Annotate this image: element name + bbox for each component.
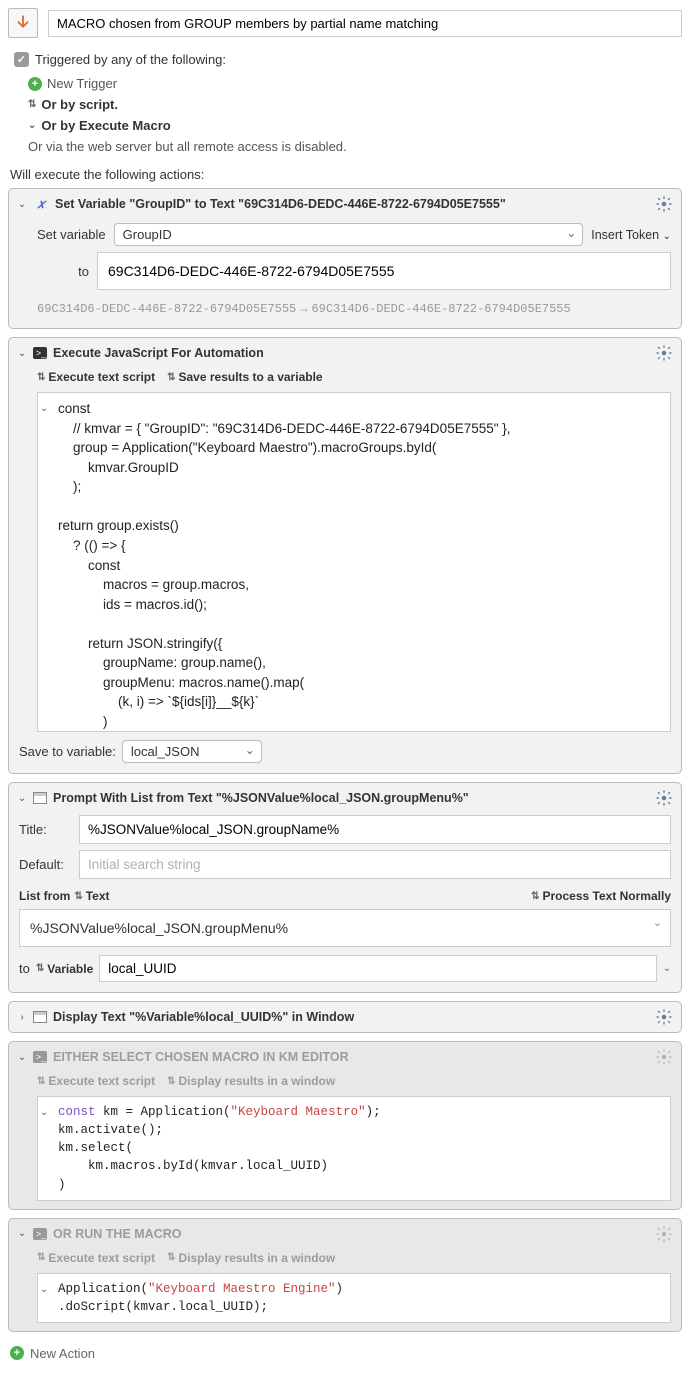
code-fold-toggle[interactable]: ⌄ xyxy=(40,1107,48,1118)
results-mode-select[interactable]: ⇅Display results in a window xyxy=(167,1251,335,1265)
list-from-mode-select[interactable]: ⇅Text xyxy=(74,889,109,903)
action-title: Display Text "%Variable%local_UUID%" in … xyxy=(53,1010,649,1024)
action-prompt-with-list: ⌄ Prompt With List from Text "%JSONValue… xyxy=(8,782,682,993)
new-trigger-row[interactable]: + New Trigger xyxy=(14,73,676,94)
default-label: Default: xyxy=(19,857,71,872)
variable-name-select[interactable]: GroupID xyxy=(114,223,584,246)
webserver-note: Or via the web server but all remote acc… xyxy=(14,136,676,157)
sort-icon: ⇅ xyxy=(28,99,36,110)
action-title: Set Variable "GroupID" to Text "69C314D6… xyxy=(55,197,649,211)
gear-icon[interactable] xyxy=(655,789,673,807)
insert-token-button[interactable]: Insert Token ⌄ xyxy=(591,228,671,242)
chevron-down-icon: ⌄ xyxy=(653,916,662,929)
code-fold-toggle[interactable]: ⌄ xyxy=(40,1284,48,1295)
disclosure-toggle[interactable]: › xyxy=(17,1012,27,1023)
to-variable-input[interactable] xyxy=(99,955,656,982)
chevron-down-icon[interactable]: ⌄ xyxy=(663,963,671,974)
results-mode-select[interactable]: ⇅Display results in a window xyxy=(167,1074,335,1088)
action-set-variable: ⌄ 𝑥 Set Variable "GroupID" to Text "69C3… xyxy=(8,188,682,329)
save-to-label: Save to variable: xyxy=(19,744,116,759)
gear-icon[interactable] xyxy=(655,195,673,213)
execute-mode-select[interactable]: ⇅Execute text script xyxy=(37,370,155,384)
action-execute-jxa: ⌄ >_ Execute JavaScript For Automation ⇅… xyxy=(8,337,682,774)
execute-mode-select[interactable]: ⇅Execute text script xyxy=(37,1251,155,1265)
add-icon: + xyxy=(28,77,42,91)
new-action-label: New Action xyxy=(30,1346,95,1361)
to-label: to xyxy=(37,264,89,279)
or-by-script-label: Or by script. xyxy=(41,97,118,112)
script-text[interactable]: const km = Application("Keyboard Maestro… xyxy=(58,1097,670,1200)
to-label: to xyxy=(19,961,30,976)
save-to-variable-select[interactable]: local_JSON xyxy=(122,740,262,763)
new-action-button[interactable]: + New Action xyxy=(8,1340,682,1367)
action-title: EITHER SELECT CHOSEN MACRO IN KM EDITOR xyxy=(53,1050,649,1064)
gear-icon[interactable] xyxy=(655,1008,673,1026)
list-text-input[interactable]: %JSONValue%local_JSON.groupMenu% ⌄ xyxy=(19,909,671,947)
gear-icon[interactable] xyxy=(655,1048,673,1066)
terminal-icon: >_ xyxy=(33,1051,47,1063)
execute-mode-select[interactable]: ⇅Execute text script xyxy=(37,1074,155,1088)
gear-icon[interactable] xyxy=(655,1225,673,1243)
prompt-title-input[interactable] xyxy=(79,815,671,844)
actions-section-label: Will execute the following actions: xyxy=(8,161,682,188)
add-icon: + xyxy=(10,1346,24,1360)
macro-name-input[interactable] xyxy=(48,10,682,37)
action-select-macro-disabled: ⌄ >_ EITHER SELECT CHOSEN MACRO IN KM ED… xyxy=(8,1041,682,1210)
title-label: Title: xyxy=(19,822,71,837)
variable-icon: 𝑥 xyxy=(33,196,49,212)
results-mode-select[interactable]: ⇅Save results to a variable xyxy=(167,370,322,384)
action-display-text: › Display Text "%Variable%local_UUID%" i… xyxy=(8,1001,682,1033)
disclosure-toggle[interactable]: ⌄ xyxy=(17,1052,27,1063)
or-by-execute-label: Or by Execute Macro xyxy=(41,118,170,133)
action-title: OR RUN THE MACRO xyxy=(53,1227,649,1241)
new-trigger-label: New Trigger xyxy=(47,76,117,91)
gear-icon[interactable] xyxy=(655,344,673,362)
to-mode-select[interactable]: ⇅Variable xyxy=(36,962,93,976)
script-text[interactable]: const // kmvar = { "GroupID": "69C314D6-… xyxy=(58,393,670,731)
set-variable-label: Set variable xyxy=(37,227,106,242)
or-by-script-row[interactable]: ⇅ Or by script. xyxy=(14,94,676,115)
window-icon xyxy=(33,792,47,804)
window-icon xyxy=(33,1011,47,1023)
action-title: Prompt With List from Text "%JSONValue%l… xyxy=(53,791,649,805)
run-button[interactable] xyxy=(8,8,38,38)
process-mode-select[interactable]: ⇅Process Text Normally xyxy=(531,889,671,903)
code-fold-toggle[interactable]: ⌄ xyxy=(40,403,48,414)
variable-value-input[interactable] xyxy=(97,252,671,290)
disclosure-toggle[interactable]: ⌄ xyxy=(17,793,27,804)
trigger-any-checkbox[interactable] xyxy=(14,52,29,67)
prompt-default-input[interactable] xyxy=(79,850,671,879)
disclosure-toggle[interactable]: ⌄ xyxy=(17,1228,27,1239)
trigger-any-label: Triggered by any of the following: xyxy=(35,52,226,67)
chevron-down-icon: ⌄ xyxy=(28,120,36,131)
action-title: Execute JavaScript For Automation xyxy=(53,346,649,360)
value-preview: 69C314D6-DEDC-446E-8722-6794D05E7555→69C… xyxy=(37,296,671,318)
list-from-label: List from xyxy=(19,889,70,903)
disclosure-toggle[interactable]: ⌄ xyxy=(17,348,27,359)
terminal-icon: >_ xyxy=(33,347,47,359)
or-by-execute-row[interactable]: ⌄ Or by Execute Macro xyxy=(14,115,676,136)
disclosure-toggle[interactable]: ⌄ xyxy=(17,199,27,210)
terminal-icon: >_ xyxy=(33,1228,47,1240)
